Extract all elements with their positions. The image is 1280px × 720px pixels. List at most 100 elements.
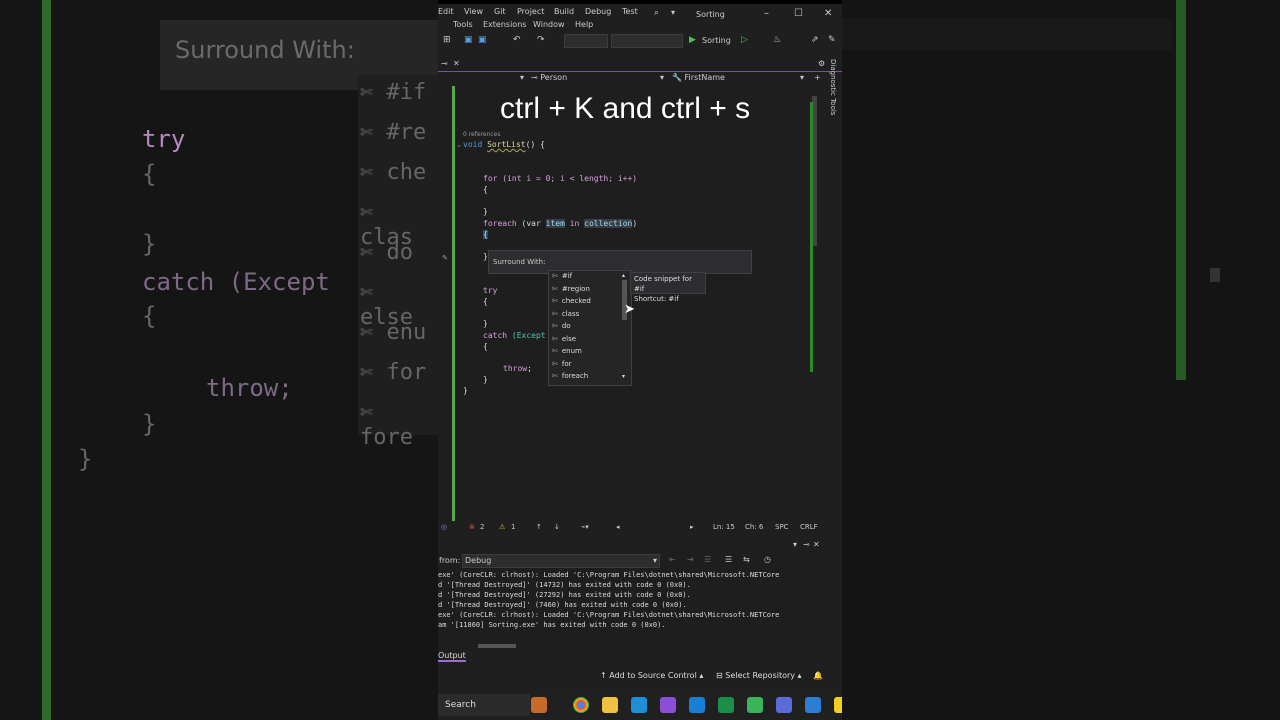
vscode-icon[interactable] — [689, 697, 705, 713]
clock-icon[interactable]: ◷ — [764, 555, 771, 564]
close-icon[interactable]: ✕ — [824, 8, 832, 19]
error-icon[interactable]: ⊗ — [469, 523, 475, 531]
menu-tools[interactable]: Tools — [453, 20, 473, 29]
visual-studio-icon[interactable] — [660, 697, 676, 713]
widgets-icon[interactable] — [531, 697, 547, 713]
clear-all-icon[interactable]: ☰ — [704, 555, 711, 564]
menu-view[interactable]: View — [464, 7, 483, 16]
pin-icon[interactable]: ⊸ — [803, 540, 810, 549]
minimize-icon[interactable]: – — [764, 8, 769, 19]
split-editor-icon[interactable]: + — [814, 73, 821, 82]
platform-combo[interactable] — [611, 34, 683, 48]
new-project-icon[interactable]: ⊞ — [443, 35, 451, 45]
save-icon[interactable]: ▣ — [464, 35, 473, 45]
share-icon[interactable]: ⇗ — [811, 35, 819, 45]
quick-action-icon[interactable]: ✎ — [442, 254, 448, 262]
hot-reload-icon[interactable]: ♨ — [773, 35, 781, 45]
search-icon[interactable]: ⌕ — [654, 8, 659, 18]
indent-mode[interactable]: SPC — [775, 523, 789, 531]
menu-edit[interactable]: Edit — [438, 7, 454, 16]
toggle-icon[interactable]: ⇆ — [743, 555, 750, 564]
scroll-right-icon[interactable]: ▸ — [690, 523, 694, 531]
scroll-down-icon[interactable]: ▾ — [622, 373, 625, 380]
chevron-down-icon[interactable]: ▾ — [653, 556, 657, 565]
line-number[interactable]: Ln: 15 — [713, 523, 735, 531]
nav-class-dropdown[interactable]: ⊸ Person — [531, 73, 567, 82]
snippet-item[interactable]: ✄ else — [552, 335, 576, 343]
snippet-item[interactable]: ✄ #if — [552, 272, 572, 280]
chrome-icon[interactable] — [573, 697, 589, 713]
bg-snippet-item: ✄ enu — [360, 320, 427, 345]
nav-dropdown-icon[interactable]: ▾ — [660, 73, 664, 82]
output-source-value[interactable]: Debug — [465, 556, 491, 565]
run-target-label[interactable]: Sorting — [702, 36, 731, 45]
column-number[interactable]: Ch: 6 — [745, 523, 763, 531]
arrow-up-icon[interactable]: ↑ — [536, 523, 542, 531]
snippet-item[interactable]: ✄ class — [552, 310, 579, 318]
menu-window[interactable]: Window — [533, 20, 565, 29]
scroll-up-icon[interactable]: ▴ — [622, 272, 625, 279]
notifications-icon[interactable]: 🔔 — [813, 671, 823, 680]
menu-git[interactable]: Git — [494, 7, 506, 16]
intellicode-icon[interactable]: ◎ — [441, 523, 447, 531]
snippet-item[interactable]: ✄ for — [552, 360, 572, 368]
find-next-icon[interactable]: ⇥ — [687, 555, 694, 564]
file-explorer-icon[interactable] — [602, 697, 618, 713]
snipping-tool-icon[interactable] — [631, 697, 647, 713]
scroll-left-icon[interactable]: ◂ — [616, 523, 620, 531]
excel-icon[interactable] — [718, 697, 734, 713]
save-all-icon[interactable]: ▣ — [478, 35, 487, 45]
close-icon[interactable]: ✕ — [813, 540, 820, 549]
source-control-bar: ↑ Add to Source Control ▴ ⊟ Select Repos… — [438, 668, 842, 684]
feedback-icon[interactable]: ✎ — [828, 35, 836, 45]
app-icon[interactable] — [834, 697, 842, 713]
run-without-debug-icon[interactable]: ▷ — [741, 35, 748, 45]
snippet-item[interactable]: ✄ do — [552, 322, 571, 330]
select-repository[interactable]: ⊟ Select Repository ▴ — [716, 671, 802, 680]
snippet-item[interactable]: ✄ checked — [552, 297, 591, 305]
fold-chevron-icon[interactable]: ⌄ — [456, 141, 462, 149]
arrow-down-icon[interactable]: ↓ — [554, 523, 560, 531]
settings-icon[interactable]: ⚙ — [818, 59, 825, 68]
menu-extensions[interactable]: Extensions — [483, 20, 526, 29]
menu-test[interactable]: Test — [622, 7, 638, 16]
maximize-icon[interactable]: ☐ — [794, 8, 803, 19]
menu-debug[interactable]: Debug — [585, 7, 611, 16]
output-source-select[interactable] — [462, 554, 660, 568]
snippet-item[interactable]: ✄ enum — [552, 347, 582, 355]
snippet-item[interactable]: ✄ foreach — [552, 372, 588, 380]
chevron-down-icon[interactable]: ▾ — [671, 8, 675, 17]
find-previous-icon[interactable]: ⇤ — [669, 555, 676, 564]
undo-icon[interactable]: ↶ — [513, 35, 521, 45]
warning-count[interactable]: 1 — [511, 523, 515, 531]
mail-icon[interactable] — [805, 697, 821, 713]
menu-project[interactable]: Project — [517, 7, 544, 16]
output-line: d '[Thread Destroyed]' (27292) has exite… — [438, 591, 691, 599]
code-brace: { — [483, 342, 488, 351]
app-icon[interactable] — [747, 697, 763, 713]
taskbar-search[interactable]: Search — [438, 694, 530, 716]
nav-dropdown-icon[interactable]: ▾ — [800, 73, 804, 82]
pin-icon[interactable]: ⊸ — [441, 59, 448, 68]
nav-dropdown-icon[interactable]: ▾ — [520, 73, 524, 82]
dropdown-icon[interactable]: ▾ — [793, 540, 797, 549]
brush-icon[interactable]: ⌁▾ — [581, 523, 589, 531]
config-combo[interactable] — [564, 34, 608, 48]
diagnostic-tools-tab[interactable]: Diagnostic Tools — [829, 59, 837, 115]
warning-icon[interactable]: ⚠ — [499, 523, 505, 531]
output-tab[interactable]: Output — [438, 651, 466, 662]
menu-help[interactable]: Help — [575, 20, 593, 29]
run-icon[interactable]: ▶ — [689, 35, 696, 45]
tab-close-icon[interactable]: ✕ — [453, 59, 460, 68]
menu-build[interactable]: Build — [554, 7, 574, 16]
word-wrap-icon[interactable]: ☰ — [725, 555, 732, 564]
output-hscroll-thumb[interactable] — [478, 644, 516, 648]
error-count[interactable]: 2 — [480, 523, 484, 531]
snippet-item[interactable]: ✄ #region — [552, 285, 590, 293]
line-endings[interactable]: CRLF — [800, 523, 818, 531]
redo-icon[interactable]: ↷ — [537, 35, 545, 45]
codelens-references[interactable]: 0 references — [463, 131, 501, 138]
nav-member-dropdown[interactable]: 🔧 FirstName — [672, 73, 725, 82]
add-to-source-control[interactable]: ↑ Add to Source Control ▴ — [600, 671, 703, 680]
app-icon[interactable] — [776, 697, 792, 713]
